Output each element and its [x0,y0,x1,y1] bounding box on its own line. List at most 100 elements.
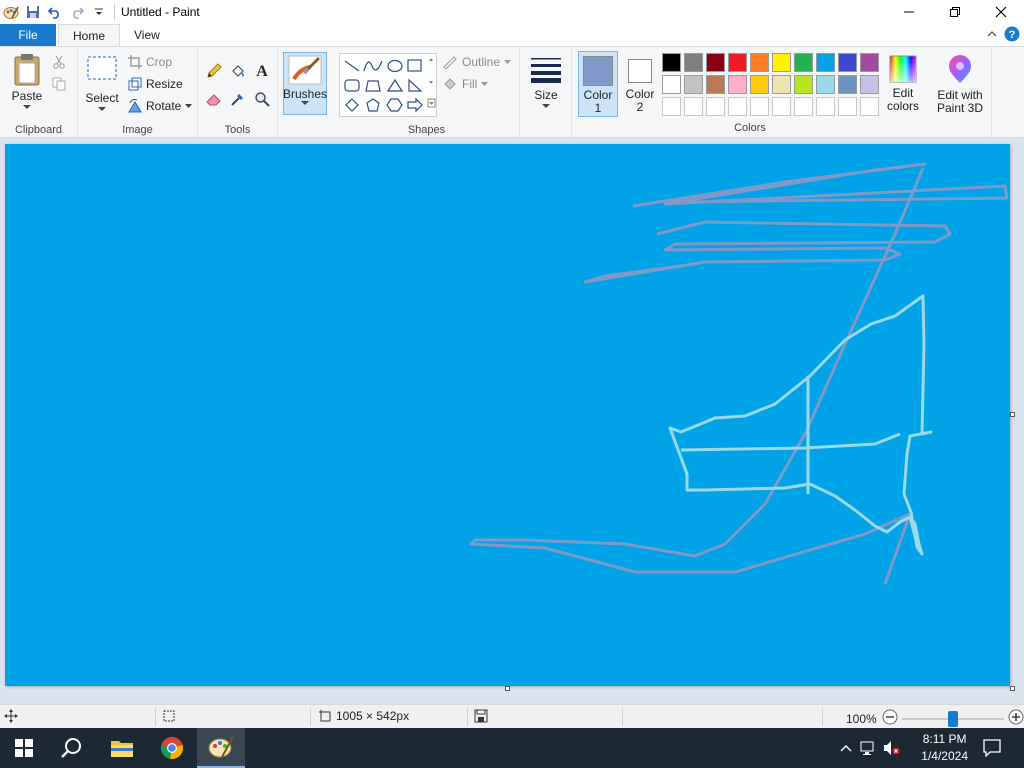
palette-swatch[interactable] [750,75,769,94]
collapse-ribbon-icon[interactable] [986,28,998,43]
drawing-canvas[interactable] [5,144,1010,686]
close-icon[interactable] [978,0,1024,24]
ribbon: Paste Clipboard Select Crop Resize Rotat… [0,46,1024,139]
cut-button[interactable] [52,55,66,69]
palette-swatch-empty[interactable] [750,97,769,116]
search-button[interactable] [48,728,96,768]
color2-button[interactable]: Color 2 [620,51,660,117]
undo-icon[interactable] [44,1,66,23]
outline-icon [443,56,457,69]
tab-view[interactable]: View [120,24,174,46]
palette-swatch-empty[interactable] [728,97,747,116]
shapes-group-label: Shapes [407,124,446,136]
palette-swatch[interactable] [838,53,857,72]
notifications-icon [983,739,1001,757]
customize-toolbar-icon[interactable] [88,1,110,23]
outline-button[interactable]: Outline [442,55,512,69]
palette-swatch-empty[interactable] [816,97,835,116]
start-button[interactable] [0,728,48,768]
edit-colors-button[interactable]: Edit colors [884,55,922,113]
copy-button[interactable] [52,77,66,91]
resize-button[interactable]: Resize [128,77,183,91]
file-explorer-taskbar-button[interactable] [98,728,146,768]
palette-swatch-empty[interactable] [860,97,879,116]
selection-size [162,709,176,723]
crop-button[interactable]: Crop [128,55,172,69]
resize-handle-corner[interactable] [1010,686,1015,691]
resize-handle-bottom[interactable] [505,686,510,691]
copy-icon [52,77,66,91]
shapes-group: Outline Fill Shapes [334,47,520,139]
color-picker-tool[interactable] [230,91,246,107]
palette-swatch[interactable] [794,75,813,94]
brushes-group: Brushes [278,47,334,139]
fill-tool[interactable] [230,63,246,79]
palette-swatch[interactable] [860,53,879,72]
rotate-button[interactable]: Rotate [128,99,193,113]
redo-icon[interactable] [66,1,88,23]
select-button[interactable]: Select [82,55,122,112]
palette-swatch-empty[interactable] [838,97,857,116]
paste-button[interactable]: Paste [8,53,46,110]
palette-swatch[interactable] [728,75,747,94]
zoom-in-icon[interactable] [1008,709,1024,728]
palette-swatch[interactable] [662,53,681,72]
paint-app-icon[interactable] [0,1,22,23]
pencil-tool[interactable] [206,63,222,79]
palette-swatch-empty[interactable] [684,97,703,116]
canvas-drawing [469,162,1009,585]
palette-swatch[interactable] [662,75,681,94]
size-button[interactable]: Size [526,55,566,109]
maximize-icon[interactable] [932,0,978,24]
tab-home[interactable]: Home [58,24,121,46]
action-center-button[interactable] [968,728,1016,768]
palette-swatch[interactable] [684,75,703,94]
palette-swatch[interactable] [684,53,703,72]
zoom-out-icon[interactable] [882,709,898,728]
palette-swatch[interactable] [706,75,725,94]
rotate-icon [128,99,142,113]
windows-taskbar: 8:11 PM 1/4/2024 [0,728,1024,768]
palette-swatch[interactable] [750,53,769,72]
image-dimensions-text: 1005 × 542px [336,709,410,723]
magnifier-tool[interactable] [254,91,270,107]
minimize-icon[interactable] [886,0,932,24]
eraser-tool[interactable] [206,91,222,107]
brushes-button[interactable]: Brushes [283,52,327,115]
taskbar-clock[interactable]: 8:11 PM 1/4/2024 [921,731,968,765]
text-tool[interactable]: A [254,61,270,79]
zoom-slider-thumb[interactable] [948,710,958,727]
tools-group: A Tools [198,47,278,139]
palette-swatch[interactable] [816,53,835,72]
windows-logo-icon [15,739,33,757]
palette-swatch[interactable] [838,75,857,94]
palette-swatch[interactable] [816,75,835,94]
palette-swatch-empty[interactable] [794,97,813,116]
palette-swatch-empty[interactable] [772,97,791,116]
save-icon[interactable] [22,1,44,23]
fill-button[interactable]: Fill [442,77,489,91]
volume-muted-icon[interactable] [880,740,904,756]
color1-button[interactable]: Color 1 [578,51,618,117]
help-icon[interactable]: ? [1004,26,1020,45]
palette-swatch[interactable] [794,53,813,72]
show-hidden-icons-icon[interactable] [836,744,856,752]
palette-swatch[interactable] [772,53,791,72]
palette-swatch[interactable] [772,75,791,94]
zoom-slider[interactable] [902,710,1004,727]
resize-handle-right[interactable] [1010,412,1015,417]
palette-swatch-empty[interactable] [706,97,725,116]
tab-file[interactable]: File [0,24,56,46]
network-icon[interactable] [856,740,880,756]
chrome-taskbar-button[interactable] [148,728,196,768]
palette-swatch[interactable] [728,53,747,72]
shapes-gallery[interactable] [339,53,437,117]
paint-taskbar-button[interactable] [197,728,245,768]
edit-with-paint3d-button[interactable]: Edit with Paint 3D [930,55,990,115]
palette-swatch[interactable] [860,75,879,94]
palette-swatch-empty[interactable] [662,97,681,116]
light-blue-outline [668,294,933,556]
color1-label-line2: 1 [594,101,602,115]
palette-swatch[interactable] [706,53,725,72]
paint3d-label-line2: Paint 3D [936,101,984,115]
